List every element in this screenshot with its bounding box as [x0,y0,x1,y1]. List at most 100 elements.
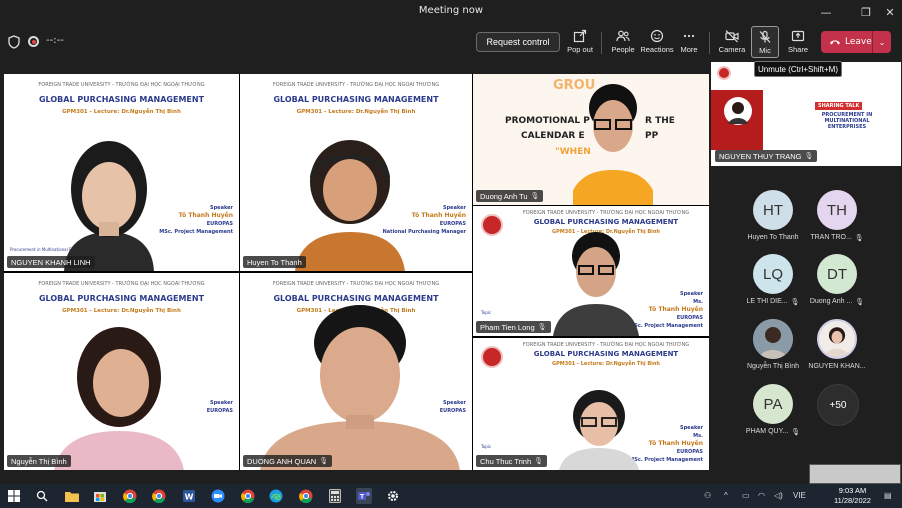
video-tile[interactable]: FOREIGN TRADE UNIVERSITY - TRƯỜNG ĐẠI HỌ… [4,74,239,271]
participant-name: Huyen To Thanh [247,257,302,267]
mic-button[interactable]: Mic [751,26,779,58]
chevron-down-icon[interactable]: ⌄ [873,38,891,47]
teams-icon: T [358,492,370,501]
chrome-button[interactable] [122,488,138,504]
slide-topic-label: Topic [481,444,492,449]
participant-nametag: NGUYEN THUY TRANG 🎙 [715,150,818,162]
chrome-button[interactable] [151,488,167,504]
participant-name: Huyen To Thanh [747,234,799,241]
volume-icon[interactable]: ◁) [774,491,783,500]
video-tile[interactable]: FOREIGN TRADE UNIVERSITY - TRƯỜNG ĐẠI HỌ… [240,74,472,271]
speaker-org: EUROPAS [676,449,703,455]
participant-avatar-item[interactable]: Nguyễn Thị Bình [741,319,805,370]
participant-video [553,232,639,336]
system-clock[interactable]: 9:03 AM 11/28/2022 [834,486,871,506]
participant-video [64,141,154,271]
participant-avatar-item[interactable]: TH TRAN TRO... 🎙 [805,190,869,242]
reactions-icon [650,29,664,43]
notification-icon[interactable]: ▤ [884,491,892,500]
camera-button[interactable]: Camera [716,26,748,58]
sharing-talk-label: SHARING TALK [815,102,863,110]
minimize-button[interactable]: — [812,0,840,24]
participant-name-row: Duong Anh ... 🎙 [805,298,869,306]
participant-name: Pham Tien Long [480,322,535,332]
video-tile[interactable]: FOREIGN TRADE UNIVERSITY - TRƯỜNG ĐẠI HỌ… [473,206,709,336]
participant-name: NGUYEN KHAN... [808,363,866,370]
window-title: Meeting now [418,5,484,16]
participant-name-row: TRAN TRO... 🎙 [805,234,869,242]
avatar: PA [753,384,793,424]
battery-icon[interactable]: ▭ [742,491,750,500]
edge-button[interactable] [268,488,284,504]
participant-name: Chu Thuc Trinh [480,456,532,466]
calculator-icon [329,489,341,503]
video-tile[interactable]: GROU PROMOTIONAL P R THE CALENDAR E PP "… [473,74,709,205]
wifi-icon[interactable]: ◠ [758,491,765,500]
slide-university: FOREIGN TRADE UNIVERSITY - TRƯỜNG ĐẠI HỌ… [38,281,205,287]
language-indicator[interactable]: VIE [793,491,806,500]
participant-video [260,305,460,470]
leave-call[interactable]: Leave [821,31,873,53]
slide-university: FOREIGN TRADE UNIVERSITY - TRƯỜNG ĐẠI HỌ… [38,82,205,88]
speaker-label: Speaker [210,400,233,406]
store-icon [94,492,106,502]
chevron-up-icon[interactable]: ^ [724,491,728,500]
people-tray-icon[interactable]: ⚇ [704,491,711,500]
video-grid: FOREIGN TRADE UNIVERSITY - TRƯỜNG ĐẠI HỌ… [4,74,709,470]
more-actions-button[interactable]: More [676,26,702,58]
store-button[interactable] [92,488,108,504]
request-control-button[interactable]: Request control [476,32,560,52]
toolbar-divider [709,32,710,54]
participant-avatar-item[interactable]: NGUYEN KHAN... [805,319,869,370]
participant-video [54,327,184,470]
reactions-button[interactable]: Reactions [640,26,674,58]
slide-course-title: GLOBAL PURCHASING MANAGEMENT [38,95,205,104]
mic-icon: 🎙 [804,153,814,160]
more-participants-button[interactable]: +50 [817,384,859,426]
participant-avatar-item[interactable]: PA PHAM QUY... 🎙 [741,384,805,436]
avatar: HT [753,190,793,230]
slide-university: FOREIGN TRADE UNIVERSITY - TRƯỜNG ĐẠI HỌ… [272,82,440,88]
close-button[interactable]: ✕ [876,0,902,24]
video-tile[interactable]: FOREIGN TRADE UNIVERSITY - TRƯỜNG ĐẠI HỌ… [4,273,239,470]
mic-icon: 🎙 [855,299,865,306]
speaker-org: EUROPAS [206,408,233,414]
file-explorer-button[interactable] [64,488,80,504]
search-button[interactable] [34,488,50,504]
participant-avatar-item[interactable]: HT Huyen To Thanh [741,190,805,241]
mic-off-icon [759,30,771,43]
speaker-title: Ms. [693,299,703,305]
video-tile[interactable]: FOREIGN TRADE UNIVERSITY - TRƯỜNG ĐẠI HỌ… [240,273,472,470]
people-button[interactable]: People [608,26,638,58]
zoom-button[interactable] [210,488,226,504]
calculator-button[interactable] [327,488,343,504]
pop-out-button[interactable]: Pop out [565,26,595,58]
speaker-role: MSc. Project Management [629,323,703,329]
video-tile[interactable]: FOREIGN TRADE UNIVERSITY - TRƯỜNG ĐẠI HỌ… [473,338,709,470]
participant-avatar-item[interactable]: LQ LE THI DIE... 🎙 [741,254,805,306]
speaker-name: Tô Thanh Huyền [648,306,703,313]
shared-video-tile[interactable]: SHARING TALK PROCUREMENT IN MULTINATIONA… [711,62,901,166]
participant-name-row: LE THI DIE... 🎙 [741,298,805,306]
chrome-button[interactable] [240,488,256,504]
share-icon [791,30,805,42]
share-button[interactable]: Share [784,26,812,58]
start-button[interactable] [6,488,22,504]
chrome-button[interactable] [298,488,314,504]
more-icon [683,34,695,38]
participant-nametag: NGUYEN KHANH LINH [7,256,95,268]
participant-nametag: Chu Thuc Trinh 🎙 [476,455,548,467]
settings-button[interactable] [385,488,401,504]
title-bar: Meeting now — ❐ ✕ [0,0,902,24]
mic-icon: 🎙 [791,429,801,436]
teams-button[interactable]: T [356,488,372,504]
university-logo [717,66,731,80]
edge-icon [269,489,283,503]
gear-icon [388,491,398,501]
participant-avatar-item[interactable]: DT Duong Anh ... 🎙 [805,254,869,306]
word-button[interactable]: W [181,488,197,504]
mic-icon: 🎙 [537,324,547,331]
participant-name-row: PHAM QUY... 🎙 [741,428,805,436]
leave-button[interactable]: Leave ⌄ [821,31,891,53]
mini-preview-thumbnail[interactable] [809,464,901,484]
